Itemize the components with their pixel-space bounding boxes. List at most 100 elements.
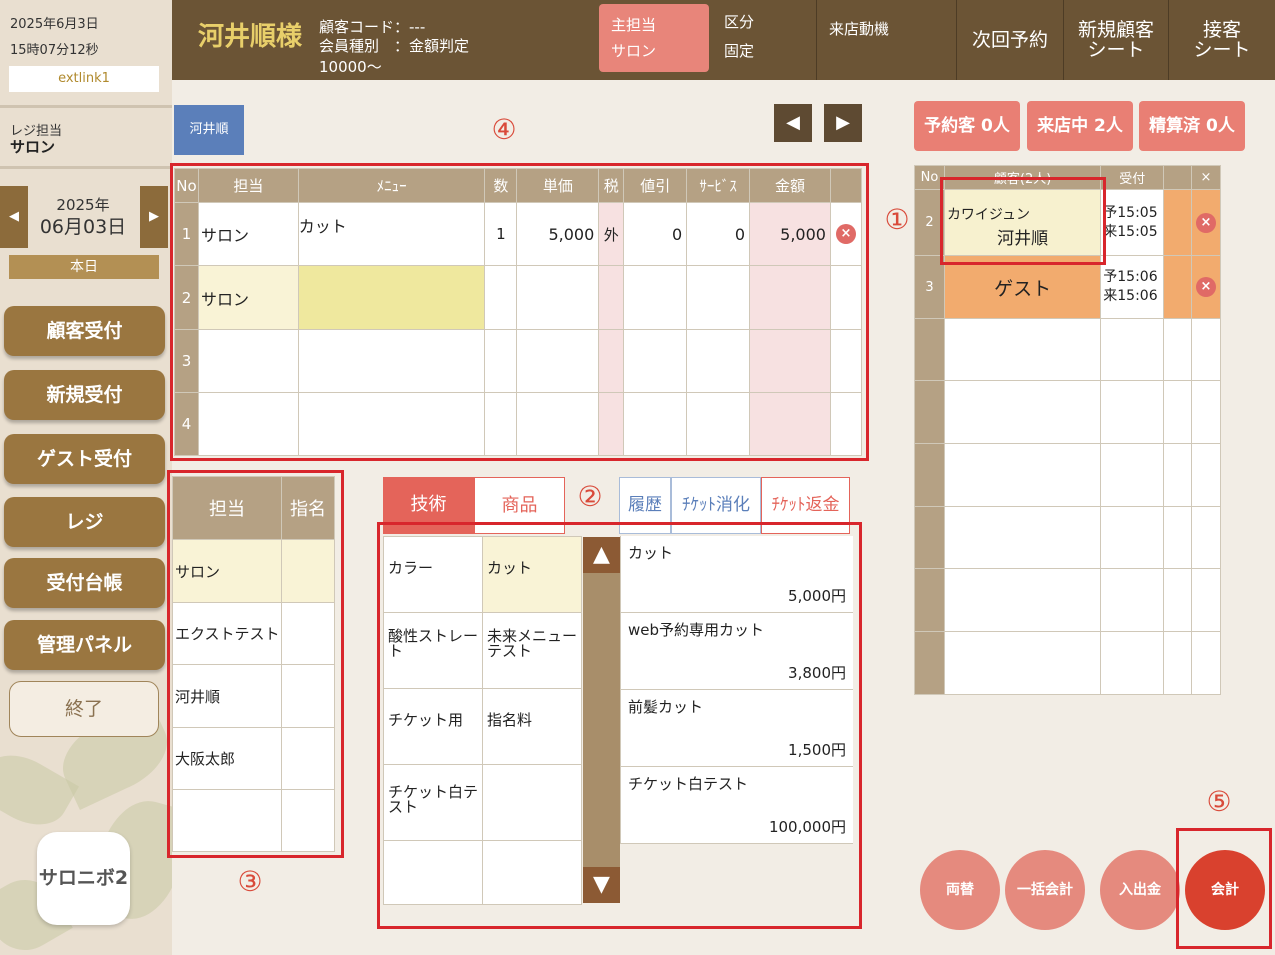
visiting-count-button[interactable]: 来店中 2人: [1027, 101, 1133, 151]
category-scrollbar[interactable]: ▲ ▼: [583, 537, 620, 903]
service-sheet-button[interactable]: 接客 シート: [1169, 0, 1275, 80]
scroll-down-button[interactable]: ▼: [583, 867, 620, 903]
tab-history[interactable]: 履歴: [619, 477, 671, 534]
next-day-button[interactable]: ▶: [140, 186, 168, 248]
tab-product[interactable]: 商品: [474, 477, 565, 534]
extlink-button[interactable]: extlink1: [9, 66, 159, 92]
table-row[interactable]: 2 サロン: [174, 265, 863, 330]
queue-remove-cell[interactable]: ×: [1191, 255, 1221, 319]
exchange-button[interactable]: 両替: [920, 850, 1000, 930]
nomination-cell[interactable]: [281, 664, 335, 728]
row-service[interactable]: [686, 329, 751, 393]
row-discount[interactable]: [623, 329, 688, 393]
staff-name[interactable]: 大阪太郎: [172, 727, 282, 790]
row-service[interactable]: 0: [686, 202, 751, 266]
remove-icon[interactable]: ×: [1196, 212, 1216, 233]
next-page-button[interactable]: ▶: [824, 104, 862, 142]
staff-row[interactable]: サロン: [172, 539, 335, 603]
row-remove-cell[interactable]: ×: [829, 202, 863, 266]
queue-customer-cell[interactable]: カワイジュン 河井順: [943, 189, 1102, 256]
staff-name[interactable]: 河井順: [172, 664, 282, 728]
queue-customer-name[interactable]: ゲスト: [943, 255, 1102, 319]
table-row[interactable]: 4: [174, 392, 863, 456]
row-tax[interactable]: [598, 392, 625, 456]
row-menu[interactable]: [297, 265, 486, 330]
prev-page-button[interactable]: ◀: [774, 104, 812, 142]
main-staff-button[interactable]: 主担当 サロン: [599, 4, 709, 72]
category-item[interactable]: 酸性ストレート: [383, 612, 483, 689]
staff-row[interactable]: 大阪太郎: [172, 727, 335, 790]
staff-name[interactable]: サロン: [172, 539, 282, 603]
staff-row[interactable]: エクストテスト: [172, 602, 335, 665]
remove-icon[interactable]: ×: [1196, 277, 1216, 297]
nomination-cell[interactable]: [281, 727, 335, 790]
exit-button[interactable]: 終了: [9, 681, 159, 737]
bulk-checkout-button[interactable]: 一括会計: [1005, 850, 1085, 930]
row-price[interactable]: [516, 265, 600, 330]
row-service[interactable]: [686, 265, 751, 330]
row-discount[interactable]: 0: [623, 202, 688, 266]
tab-technique[interactable]: 技術: [383, 477, 474, 534]
next-reservation-button[interactable]: 次回予約: [957, 0, 1063, 80]
new-customer-sheet-button[interactable]: 新規顧客 シート: [1064, 0, 1168, 80]
tab-ticket-return[interactable]: ﾁｹｯﾄ返金: [761, 477, 850, 534]
queue-row[interactable]: 3 ゲスト 予15:06 来15:06 ×: [914, 255, 1221, 319]
row-service[interactable]: [686, 392, 751, 456]
category-field[interactable]: 区分 固定: [724, 8, 754, 66]
customer-reception-button[interactable]: 顧客受付: [4, 306, 165, 356]
cash-in-out-button[interactable]: 入出金: [1100, 850, 1180, 930]
today-button[interactable]: 本日: [9, 255, 159, 279]
scroll-up-button[interactable]: ▲: [583, 537, 620, 573]
new-reception-button[interactable]: 新規受付: [4, 370, 165, 420]
category-item[interactable]: チケット白テスト: [383, 764, 483, 841]
menu-item[interactable]: 前髪カット 1,500円: [620, 690, 853, 767]
category-item[interactable]: [383, 840, 483, 905]
guest-reception-button[interactable]: ゲスト受付: [4, 434, 165, 484]
category-item[interactable]: カラー: [383, 536, 483, 613]
row-staff[interactable]: [197, 392, 299, 456]
category-item[interactable]: 未来メニューテスト: [482, 612, 582, 689]
queue-remove-cell[interactable]: ×: [1191, 189, 1221, 256]
menu-item[interactable]: チケット白テスト 100,000円: [620, 767, 853, 844]
tab-ticket-use[interactable]: ﾁｹｯﾄ消化: [671, 477, 761, 534]
row-menu[interactable]: カット: [297, 202, 486, 266]
row-discount[interactable]: [623, 392, 688, 456]
row-qty[interactable]: 1: [484, 202, 518, 266]
category-item[interactable]: [482, 840, 582, 905]
staff-row[interactable]: 河井順: [172, 664, 335, 728]
staff-tag[interactable]: 河井順: [174, 105, 244, 155]
row-price[interactable]: [516, 329, 600, 393]
category-item[interactable]: チケット用: [383, 688, 483, 765]
row-qty[interactable]: [484, 329, 518, 393]
staff-name[interactable]: [172, 789, 282, 852]
row-staff[interactable]: サロン: [197, 265, 299, 330]
category-item[interactable]: カット: [482, 536, 582, 613]
nomination-cell[interactable]: [281, 789, 335, 852]
reception-ledger-button[interactable]: 受付台帳: [4, 558, 165, 608]
row-menu[interactable]: [297, 329, 486, 393]
category-item[interactable]: 指名料: [482, 688, 582, 765]
checkout-button[interactable]: 会計: [1185, 850, 1265, 930]
admin-panel-button[interactable]: 管理パネル: [4, 620, 165, 670]
row-tax[interactable]: [598, 265, 625, 330]
staff-row[interactable]: [172, 789, 335, 852]
remove-icon[interactable]: ×: [835, 224, 856, 244]
row-staff[interactable]: [197, 329, 299, 393]
table-row[interactable]: 3: [174, 329, 863, 393]
queue-row[interactable]: 2 カワイジュン 河井順 予15:05 来15:05 ×: [914, 189, 1221, 256]
menu-item[interactable]: カット 5,000円: [620, 536, 853, 613]
row-qty[interactable]: [484, 265, 518, 330]
nomination-cell[interactable]: [281, 539, 335, 603]
row-discount[interactable]: [623, 265, 688, 330]
reserved-count-button[interactable]: 予約客 0人: [914, 101, 1020, 151]
category-item[interactable]: [482, 764, 582, 841]
table-row[interactable]: 1 サロン カット 1 5,000 外 0 0 5,000 ×: [174, 202, 863, 266]
row-tax[interactable]: 外: [598, 202, 625, 266]
nomination-cell[interactable]: [281, 602, 335, 665]
staff-name[interactable]: エクストテスト: [172, 602, 282, 665]
register-button[interactable]: レジ: [4, 497, 165, 547]
visit-motive-button[interactable]: 来店動機: [829, 18, 889, 39]
row-qty[interactable]: [484, 392, 518, 456]
prev-day-button[interactable]: ◀: [0, 186, 28, 248]
row-price[interactable]: [516, 392, 600, 456]
